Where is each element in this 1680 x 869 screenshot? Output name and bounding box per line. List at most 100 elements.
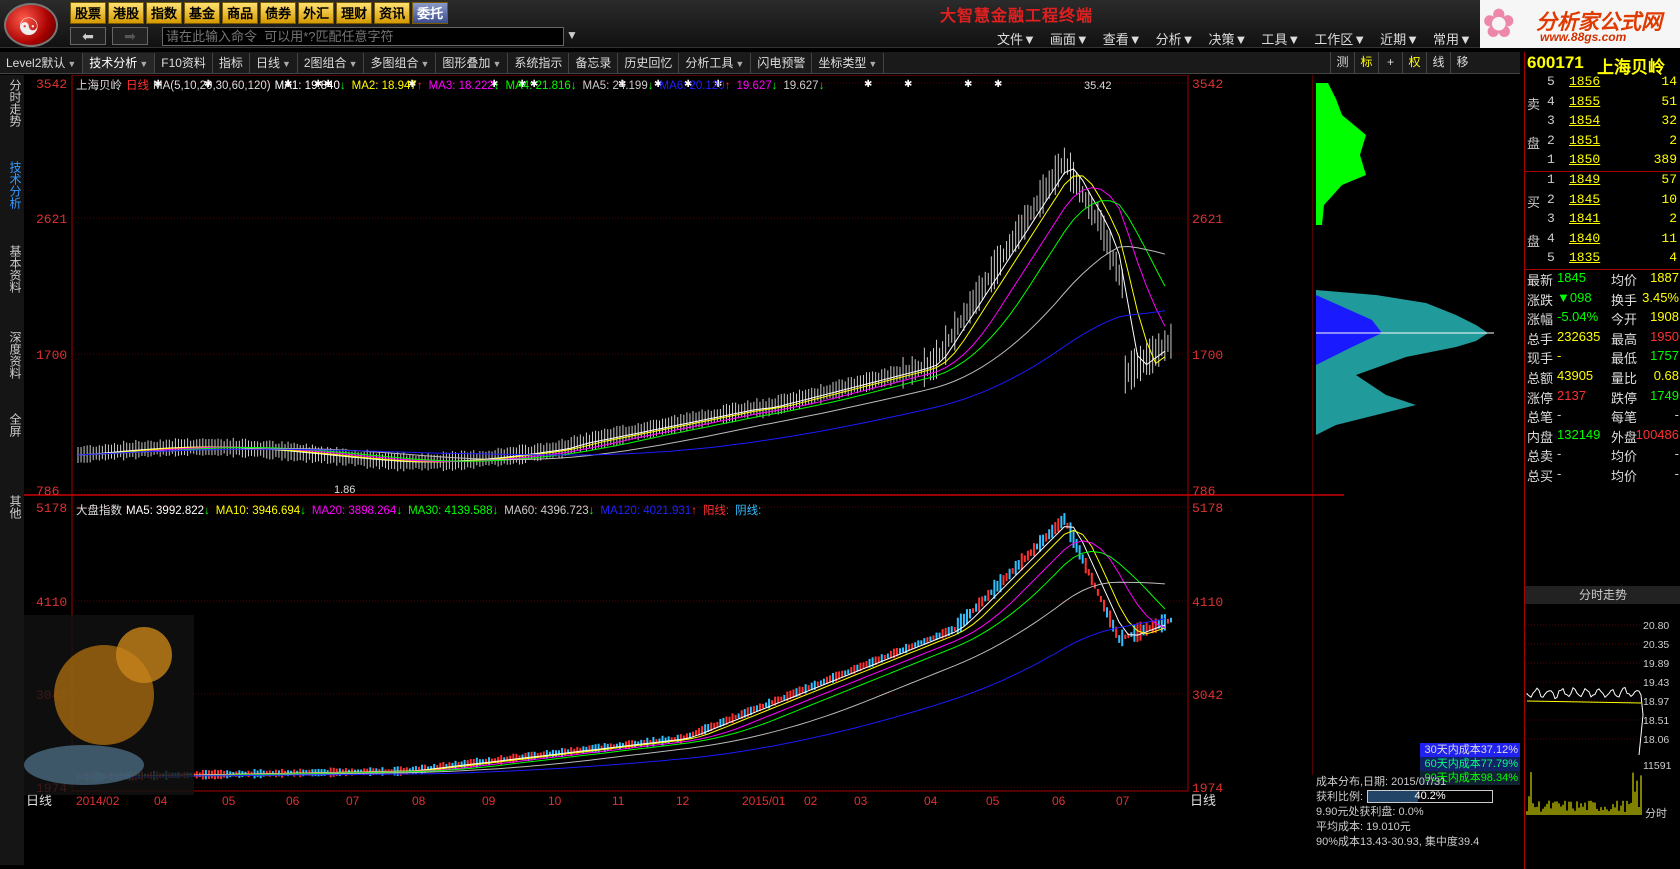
toolbar-button[interactable]: 多图组合 ▼ — [364, 52, 437, 73]
toolbar-button[interactable]: 系统指示 — [508, 52, 570, 73]
ma-label: MA2: 18.947 — [351, 80, 417, 92]
lower-candle — [588, 745, 591, 754]
market-tab[interactable]: 外汇 — [298, 2, 335, 24]
back-arrow-icon[interactable]: ⬅ — [70, 27, 106, 45]
chart-tool-button[interactable]: 测 — [1330, 52, 1354, 74]
lower-candle — [783, 695, 786, 700]
buy-row[interactable]: 3 1841 2 — [1525, 211, 1680, 232]
market-tab[interactable]: 商品 — [222, 2, 259, 24]
side-tab[interactable]: 基本资料 — [3, 245, 22, 293]
toolbar-button[interactable]: 分析工具 ▼ — [679, 52, 752, 73]
market-tab[interactable]: 资讯 — [374, 2, 411, 24]
menu-item[interactable]: 决策▼ — [1202, 29, 1255, 48]
lower-candle — [1096, 588, 1099, 596]
lower-candle — [962, 613, 965, 626]
stat-value: - — [1557, 446, 1562, 462]
toolbar-button[interactable]: 2图组合 ▼ — [298, 52, 365, 73]
side-tab[interactable]: 技术分析 — [3, 161, 22, 209]
lower-candle — [1008, 568, 1011, 580]
index-name-label: 大盘指数 — [76, 505, 122, 517]
buy-row[interactable]: 5 1835 4 — [1525, 250, 1680, 271]
x-tick-label: 05 — [986, 794, 1000, 808]
stat-label: 换手 — [1611, 292, 1638, 308]
buy-row[interactable]: 盘 4 1840 11 — [1525, 231, 1680, 252]
side-tab[interactable]: 全屏 — [3, 413, 22, 437]
market-tab[interactable]: 理财 — [336, 2, 373, 24]
app-logo[interactable]: ☯ — [4, 3, 58, 47]
stat-row: 总买 - 均价 - — [1525, 466, 1680, 487]
ma-label: MA5: 24.199 — [582, 80, 648, 92]
intraday-chart[interactable]: 20.80 20.35 19.89 19.43 18.97 18.51 18.06 11591… — [1525, 605, 1680, 825]
chart-tool-button[interactable]: 线 — [1426, 52, 1450, 74]
candlestick-charts[interactable]: 3542 3542 2621 2621 1700 1700 786 786 5178 5178 41… — [14, 74, 1344, 865]
stat-label: 总笔 — [1527, 410, 1554, 426]
side-tab[interactable]: 其他 — [3, 495, 22, 519]
sell-row[interactable]: 1 1850 389 — [1525, 152, 1680, 173]
intraday-tab[interactable]: 分时走势 — [1525, 586, 1680, 604]
toolbar-button[interactable]: Level2默认 ▼ — [0, 52, 84, 73]
lower-candle — [1042, 534, 1045, 547]
lower-ma-line — [77, 526, 1166, 778]
toolbar-button[interactable]: 技术分析 ▼ — [83, 52, 156, 73]
market-tab[interactable]: 股票 — [70, 2, 107, 24]
lower-candle — [582, 746, 585, 754]
mini-y-label: 18.51 — [1643, 715, 1669, 727]
market-tab[interactable]: 港股 — [108, 2, 145, 24]
side-tab[interactable]: 深度资料 — [3, 331, 22, 379]
sell-row[interactable]: 3 1854 32 — [1525, 113, 1680, 134]
lower-candle — [1099, 595, 1102, 603]
stat-label: 涨停 — [1527, 390, 1554, 406]
chart-tool-button[interactable]: + — [1378, 52, 1402, 74]
market-tab[interactable]: 债券 — [260, 2, 297, 24]
menu-item[interactable]: 工作区▼ — [1307, 29, 1373, 48]
mini-y-label: 18.06 — [1643, 734, 1669, 746]
menu-item[interactable]: 工具▼ — [1254, 29, 1307, 48]
market-tab[interactable]: 指数 — [146, 2, 183, 24]
lower-candle — [691, 731, 694, 737]
toolbar-button[interactable]: 指标 — [213, 52, 250, 73]
lower-candle — [1090, 572, 1093, 586]
toolbar-button[interactable]: 备忘录 — [569, 52, 619, 73]
buy-row[interactable]: 1 1849 57 — [1525, 172, 1680, 193]
menu-item[interactable]: 近期▼ — [1373, 29, 1426, 48]
stat-label: 每笔 — [1611, 410, 1638, 426]
price: 1850 — [1569, 152, 1601, 167]
forward-arrow-icon[interactable]: ➡ — [112, 27, 148, 45]
chart-tool-button[interactable]: 权 — [1402, 52, 1426, 74]
price: 1851 — [1569, 132, 1601, 148]
toolbar-button[interactable]: 坐标类型 ▼ — [812, 52, 885, 73]
lower-candle — [728, 716, 731, 723]
market-tab[interactable]: 基金 — [184, 2, 221, 24]
toolbar-button[interactable]: F10资料 — [155, 52, 213, 73]
sell-row[interactable]: 盘 2 1851 2 — [1525, 133, 1680, 154]
lower-candle — [877, 656, 880, 663]
command-input[interactable] — [162, 27, 564, 46]
sell-row[interactable]: 卖 4 1855 51 — [1525, 94, 1680, 115]
menu-item[interactable]: 分析▼ — [1149, 29, 1202, 48]
toolbar-button[interactable]: 历史回忆 — [618, 52, 680, 73]
chart-tool-button[interactable]: 标 — [1354, 52, 1378, 74]
side-tab[interactable]: 分时走势 — [3, 79, 22, 127]
market-tab[interactable]: 委托 — [412, 2, 449, 24]
chart-tool-button[interactable]: 移 — [1450, 52, 1474, 74]
menu-item[interactable]: 常用▼ — [1426, 29, 1479, 48]
period-label: 日线 — [1190, 793, 1216, 808]
menu-item[interactable]: 画面▼ — [1043, 29, 1096, 48]
command-dropdown-icon[interactable]: ▼ — [566, 28, 578, 42]
toolbar-button[interactable]: 闪电预警 — [751, 52, 813, 73]
intraday-avg-line — [1526, 700, 1642, 704]
toolbar-button[interactable]: 图形叠加 ▼ — [436, 52, 509, 73]
menu-item[interactable]: 文件▼ — [990, 29, 1043, 48]
stat-value: 100486 — [1635, 426, 1679, 442]
upper-ma-legend: 上海贝岭 日线 MA(5,10,20,30,60,120) MA1: 19.840↓ M… — [76, 77, 830, 93]
sell-row[interactable]: 5 1856 14 — [1525, 74, 1680, 95]
ma-value: MA6: 20.120↑ — [659, 80, 730, 92]
toolbar-button[interactable]: 日线 ▼ — [250, 52, 298, 73]
lower-candle — [1051, 524, 1054, 538]
menu-item[interactable]: 查看▼ — [1096, 29, 1149, 48]
toolbar-label: 多图组合 — [370, 55, 419, 70]
side-tabs: 分时走势技术分析基本资料深度资料全屏其他 — [0, 75, 24, 865]
buy-row[interactable]: 买 2 1845 10 — [1525, 192, 1680, 213]
legend-60day: 60天内成本77.79% — [1420, 757, 1520, 771]
quote-header: 600171 上海贝岭 — [1525, 52, 1680, 77]
